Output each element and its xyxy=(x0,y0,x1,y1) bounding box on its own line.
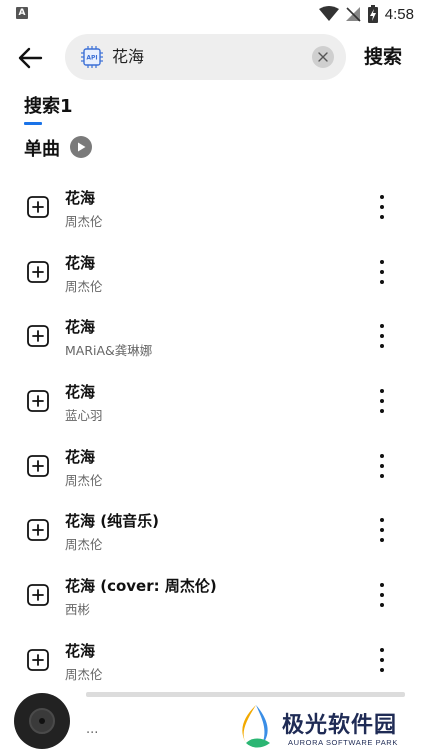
search-header: API 花海 搜索 xyxy=(0,32,424,84)
song-list: 花海 周杰伦 花海 周杰伦 花海 MARiA&龚琳娜 花海 蓝心羽 花海 周杰伦… xyxy=(0,175,424,693)
song-title: 花海 xyxy=(65,447,96,466)
tab-indicator xyxy=(24,122,42,125)
song-artist: MARiA&龚琳娜 xyxy=(65,343,153,359)
more-options-icon[interactable] xyxy=(372,387,392,415)
player-progress-bar[interactable] xyxy=(86,692,405,697)
status-icons: 4:58 xyxy=(318,4,414,24)
song-title: 花海 xyxy=(65,383,96,402)
list-item[interactable]: 花海 MARiA&龚琳娜 xyxy=(0,304,424,369)
search-button[interactable]: 搜索 xyxy=(364,42,402,69)
song-title: 花海 xyxy=(65,253,96,272)
search-value[interactable]: 花海 xyxy=(112,34,144,80)
more-options-icon[interactable] xyxy=(372,193,392,221)
album-disc-icon[interactable] xyxy=(14,693,70,749)
player-song-info[interactable]: ... xyxy=(86,722,98,737)
more-options-icon[interactable] xyxy=(372,322,392,350)
list-item[interactable]: 花海 周杰伦 xyxy=(0,628,424,693)
status-time: 4:58 xyxy=(384,5,414,23)
song-artist: 周杰伦 xyxy=(65,472,103,488)
more-options-icon[interactable] xyxy=(372,646,392,674)
status-bar: A 4:58 xyxy=(0,0,424,28)
tab-search-1[interactable]: 搜索1 xyxy=(24,92,73,118)
song-title: 花海 (纯音乐) xyxy=(65,512,159,531)
add-to-playlist-icon[interactable] xyxy=(27,196,49,218)
add-to-playlist-icon[interactable] xyxy=(27,390,49,412)
song-artist: 周杰伦 xyxy=(65,666,103,682)
watermark-subtitle: AURORA SOFTWARE PARK xyxy=(288,738,398,747)
svg-text:API: API xyxy=(86,55,97,62)
section-title: 单曲 xyxy=(24,139,60,160)
list-item[interactable]: 花海 蓝心羽 xyxy=(0,369,424,434)
aurora-logo-icon xyxy=(242,705,270,748)
song-artist: 周杰伦 xyxy=(65,214,103,229)
more-options-icon[interactable] xyxy=(372,516,392,544)
list-item[interactable]: 花海 周杰伦 xyxy=(0,434,424,499)
song-artist: 蓝心羽 xyxy=(65,408,103,424)
add-to-playlist-icon[interactable] xyxy=(27,648,49,671)
song-artist: 西彬 xyxy=(65,602,91,618)
wifi-icon xyxy=(318,6,339,21)
close-icon xyxy=(318,52,328,62)
list-item[interactable]: 花海 (纯音乐) 周杰伦 xyxy=(0,498,424,563)
add-to-playlist-icon[interactable] xyxy=(27,260,49,283)
song-title: 花海 xyxy=(65,189,96,207)
song-artist: 周杰伦 xyxy=(65,537,103,553)
song-title: 花海 xyxy=(65,641,96,660)
add-to-playlist-icon[interactable] xyxy=(27,325,49,348)
add-to-playlist-icon[interactable] xyxy=(27,454,49,477)
list-item[interactable]: 花海 周杰伦 xyxy=(0,175,424,240)
song-title: 花海 xyxy=(65,318,96,337)
watermark-title: 极光软件园 xyxy=(282,713,398,738)
song-title: 花海 (cover: 周杰伦) xyxy=(65,577,217,596)
watermark: 极光软件园 AURORA SOFTWARE PARK xyxy=(232,703,418,751)
arrow-left-icon xyxy=(18,47,43,69)
more-options-icon[interactable] xyxy=(372,258,392,286)
list-item[interactable]: 花海 (cover: 周杰伦) 西彬 xyxy=(0,563,424,628)
api-chip-icon: API xyxy=(81,46,103,68)
more-options-icon[interactable] xyxy=(372,452,392,480)
no-signal-icon xyxy=(345,7,361,22)
song-artist: 周杰伦 xyxy=(65,278,103,294)
clear-search-button[interactable] xyxy=(312,46,334,68)
play-icon xyxy=(78,142,86,152)
back-button[interactable] xyxy=(12,40,48,76)
battery-icon xyxy=(367,5,378,23)
play-all-button[interactable] xyxy=(70,136,92,158)
add-to-playlist-icon[interactable] xyxy=(27,584,49,607)
app-notification-icon: A xyxy=(16,7,28,19)
list-item[interactable]: 花海 周杰伦 xyxy=(0,240,424,305)
more-options-icon[interactable] xyxy=(372,581,392,609)
search-input[interactable]: API 花海 xyxy=(65,34,346,80)
add-to-playlist-icon[interactable] xyxy=(27,519,49,542)
